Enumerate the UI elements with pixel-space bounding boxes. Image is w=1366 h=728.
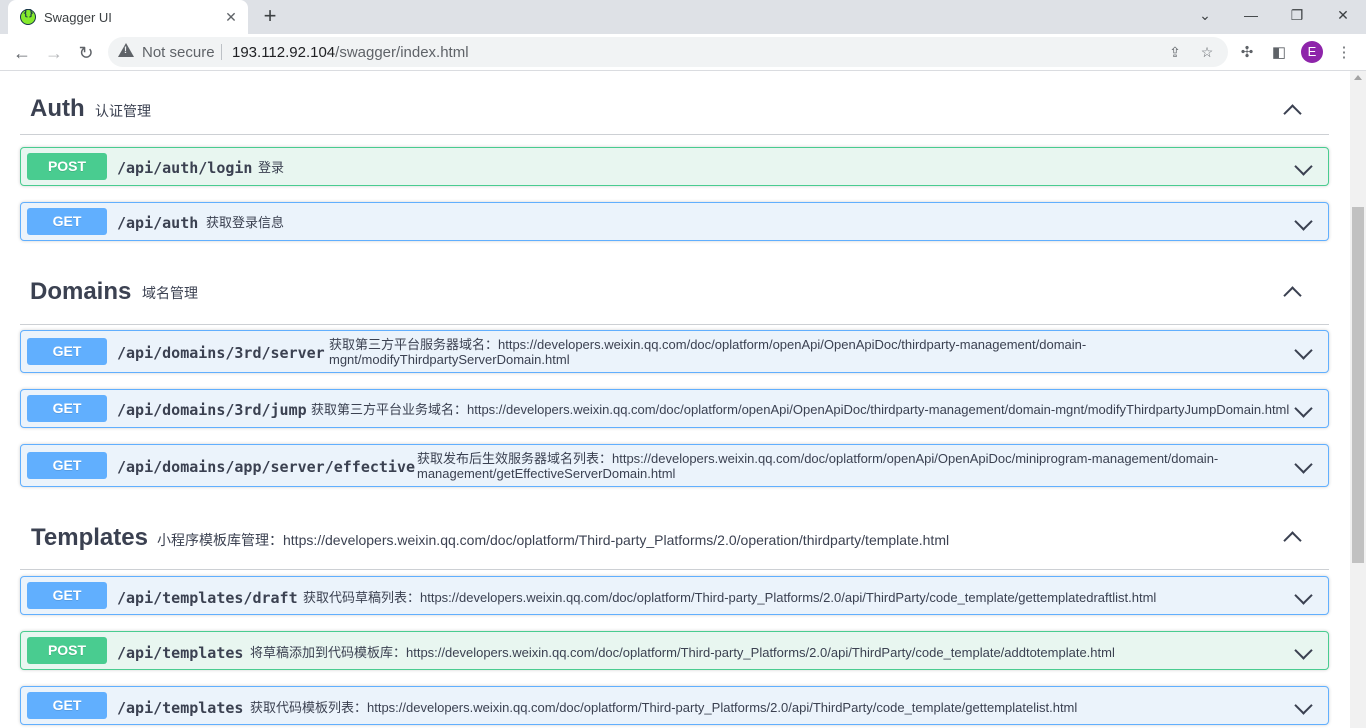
forward-icon[interactable]: → <box>40 39 68 67</box>
expand-icon[interactable] <box>1294 589 1314 609</box>
new-tab-button[interactable]: + <box>258 4 282 28</box>
swagger-favicon-icon <box>20 9 36 25</box>
browser-toolbar: ← → ↻ Not secure 193.112.92.104/swagger/… <box>0 34 1366 71</box>
operation-path: /api/templates <box>117 644 244 662</box>
expand-icon[interactable] <box>1294 699 1314 719</box>
operation-summary: 获取代码草稿列表：https://developers.weixin.qq.co… <box>303 590 1157 605</box>
operation-get-domains-3rd-jump[interactable]: GET /api/domains/3rd/jump 获取第三方平台业务域名：ht… <box>20 389 1329 428</box>
operation-get-domains-app-server-effective[interactable]: GET /api/domains/app/server/effective 获取… <box>20 444 1329 487</box>
operation-get-templates[interactable]: GET /api/templates 获取代码模板列表：https://deve… <box>20 686 1329 725</box>
page-scrollbar[interactable] <box>1350 71 1366 728</box>
share-icon[interactable]: ⇪ <box>1166 43 1184 61</box>
operation-get-auth[interactable]: GET /api/auth 获取登录信息 <box>20 202 1329 241</box>
url-host: 193.112.92.104 <box>232 44 336 61</box>
reload-icon[interactable]: ↻ <box>72 39 100 67</box>
operation-post-auth-login[interactable]: POST /api/auth/login 登录 <box>20 147 1329 186</box>
section-description: 域名管理 <box>142 285 198 301</box>
method-badge: GET <box>27 338 107 365</box>
tab-strip: Swagger UI ✕ + ⌄ — ❐ ✕ <box>0 0 1366 34</box>
swagger-page: Auth 认证管理 POST /api/auth/login 登录 GET /a… <box>0 71 1350 728</box>
operation-summary-line2: management/getEffectiveServerDomain.html <box>417 466 676 481</box>
operation-path: /api/domains/3rd/jump <box>117 401 307 419</box>
maximize-icon[interactable]: ❐ <box>1274 0 1320 34</box>
omnibox-separator <box>221 44 222 60</box>
back-icon[interactable]: ← <box>8 39 36 67</box>
browser-tab[interactable]: Swagger UI ✕ <box>8 0 248 34</box>
operation-get-domains-3rd-server[interactable]: GET /api/domains/3rd/server 获取第三方平台服务器域名… <box>20 330 1329 373</box>
not-secure-label[interactable]: Not secure <box>142 44 215 61</box>
tab-title: Swagger UI <box>44 10 112 25</box>
operation-path: /api/domains/3rd/server <box>117 344 325 362</box>
expand-icon[interactable] <box>1294 644 1314 664</box>
minimize-icon[interactable]: — <box>1228 0 1274 34</box>
url-path: /swagger/index.html <box>335 44 469 61</box>
url-text[interactable]: 193.112.92.104/swagger/index.html <box>232 44 469 61</box>
operation-get-templates-draft[interactable]: GET /api/templates/draft 获取代码草稿列表：https:… <box>20 576 1329 615</box>
section-title: Templates <box>31 524 148 551</box>
address-bar[interactable]: Not secure 193.112.92.104/swagger/index.… <box>108 37 1228 67</box>
method-badge: POST <box>27 153 107 180</box>
operation-path: /api/templates <box>117 699 244 717</box>
method-badge: GET <box>27 692 107 719</box>
menu-icon[interactable]: ⋮ <box>1333 42 1355 64</box>
operation-summary: 将草稿添加到代码模板库：https://developers.weixin.qq… <box>250 645 1115 660</box>
operation-summary: 获取第三方平台业务域名：https://developers.weixin.qq… <box>311 402 1290 417</box>
method-badge: POST <box>27 637 107 664</box>
scroll-thumb[interactable] <box>1352 207 1364 563</box>
section-description: 认证管理 <box>95 103 151 119</box>
operation-path: /api/auth/login <box>117 159 253 177</box>
section-title: Domains <box>30 278 132 305</box>
operation-summary-line1: 获取第三方平台服务器域名：https://developers.weixin.q… <box>329 337 1087 352</box>
section-auth[interactable]: Auth 认证管理 <box>20 79 1329 135</box>
section-domains[interactable]: Domains 域名管理 <box>20 269 1329 325</box>
collapse-icon[interactable] <box>1283 283 1303 303</box>
operation-summary: 登录 <box>258 160 285 175</box>
collapse-icon[interactable] <box>1283 101 1303 121</box>
collapse-icon[interactable] <box>1283 528 1303 548</box>
scroll-up-icon[interactable] <box>1354 75 1362 80</box>
section-title: Auth <box>30 95 85 122</box>
expand-icon[interactable] <box>1294 160 1314 180</box>
operation-summary: 获取代码模板列表：https://developers.weixin.qq.co… <box>250 700 1078 715</box>
star-icon[interactable]: ☆ <box>1198 43 1216 61</box>
operation-summary-line2: mgnt/modifyThirdpartyServerDomain.html <box>329 352 570 367</box>
expand-icon[interactable] <box>1294 215 1314 235</box>
operation-summary: 获取登录信息 <box>206 215 285 230</box>
section-description: 小程序模板库管理：https://developers.weixin.qq.co… <box>157 532 950 548</box>
tab-search-icon[interactable]: ⌄ <box>1182 0 1228 34</box>
tab-close-icon[interactable]: ✕ <box>222 8 240 26</box>
operation-path: /api/domains/app/server/effective <box>117 458 416 476</box>
warning-icon[interactable] <box>118 43 134 57</box>
section-templates[interactable]: Templates 小程序模板库管理：https://developers.we… <box>20 514 1329 570</box>
method-badge: GET <box>27 395 107 422</box>
method-badge: GET <box>27 452 107 479</box>
profile-avatar[interactable]: E <box>1301 41 1323 63</box>
operation-path: /api/templates/draft <box>117 589 298 607</box>
expand-icon[interactable] <box>1294 402 1314 422</box>
expand-icon[interactable] <box>1294 458 1314 478</box>
expand-icon[interactable] <box>1294 344 1314 364</box>
operation-post-templates[interactable]: POST /api/templates 将草稿添加到代码模板库：https://… <box>20 631 1329 670</box>
extensions-icon[interactable]: ✣ <box>1236 42 1258 64</box>
close-window-icon[interactable]: ✕ <box>1320 0 1366 34</box>
operation-summary-line1: 获取发布后生效服务器域名列表：https://developers.weixin… <box>417 451 1219 466</box>
method-badge: GET <box>27 208 107 235</box>
side-panel-icon[interactable]: ◧ <box>1268 42 1290 64</box>
operation-path: /api/auth <box>117 214 199 232</box>
method-badge: GET <box>27 582 107 609</box>
